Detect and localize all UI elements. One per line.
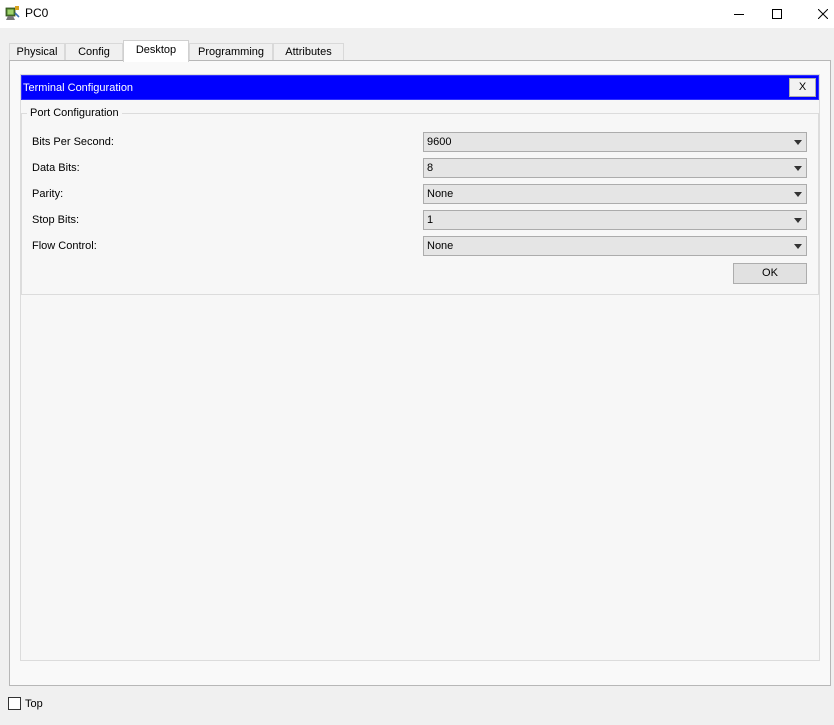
dialog-header: Terminal Configuration [21, 75, 819, 100]
data-bits-value: 8 [427, 162, 434, 174]
chevron-down-icon [794, 218, 802, 223]
stop-bits-label: Stop Bits: [32, 214, 80, 226]
flow-control-value: None [427, 240, 454, 252]
maximize-icon [772, 9, 782, 19]
bits-per-second-label: Bits Per Second: [32, 136, 114, 148]
tab-attributes[interactable]: Attributes [273, 43, 344, 61]
close-button[interactable] [800, 0, 834, 28]
bits-per-second-select[interactable]: 9600 [423, 132, 807, 152]
parity-value: None [427, 188, 454, 200]
port-configuration-group: Port Configuration Bits Per Second: 9600… [21, 106, 819, 295]
tab-programming[interactable]: Programming [189, 43, 273, 61]
chevron-down-icon [794, 244, 802, 249]
top-label: Top [25, 698, 43, 710]
maximize-button[interactable] [754, 0, 800, 28]
close-icon [818, 9, 828, 19]
window-title: PC0 [25, 6, 49, 20]
tab-config[interactable]: Config [65, 43, 123, 61]
tab-desktop[interactable]: Desktop [123, 40, 189, 62]
desktop-tab-panel: Terminal Configuration X Port Configurat… [9, 60, 831, 686]
chevron-down-icon [794, 140, 802, 145]
flow-control-select[interactable]: None [423, 236, 807, 256]
title-bar: PC0 [0, 0, 834, 28]
parity-label: Parity: [32, 188, 64, 200]
bits-per-second-value: 9600 [427, 136, 452, 148]
ok-button[interactable]: OK [733, 263, 807, 284]
terminal-configuration-panel: Terminal Configuration X Port Configurat… [20, 74, 820, 661]
chevron-down-icon [794, 192, 802, 197]
stop-bits-value: 1 [427, 214, 434, 226]
chevron-down-icon [794, 166, 802, 171]
data-bits-select[interactable]: 8 [423, 158, 807, 178]
dialog-title: Terminal Configuration [23, 82, 134, 94]
tab-physical[interactable]: Physical [9, 43, 65, 61]
group-title: Port Configuration [27, 106, 122, 120]
data-bits-label: Data Bits: [32, 162, 80, 174]
minimize-icon [734, 14, 744, 15]
stop-bits-select[interactable]: 1 [423, 210, 807, 230]
parity-select[interactable]: None [423, 184, 807, 204]
window-body: Physical Config Desktop Programming Attr… [0, 28, 834, 725]
pc-icon [5, 6, 20, 20]
flow-control-label: Flow Control: [32, 240, 97, 252]
dialog-close-button[interactable]: X [789, 78, 816, 97]
top-checkbox[interactable] [8, 697, 21, 710]
